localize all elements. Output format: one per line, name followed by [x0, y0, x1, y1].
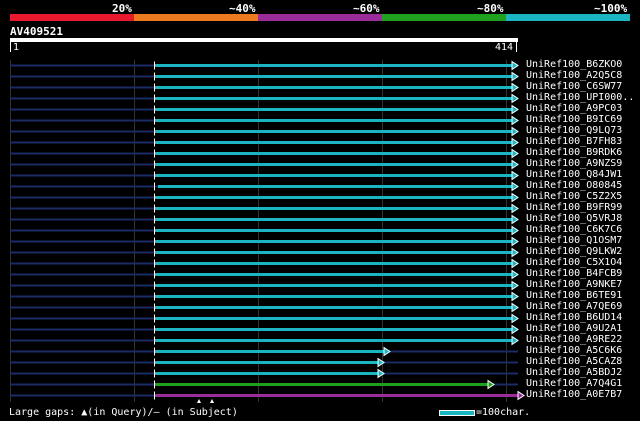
hit-end-arrow [511, 313, 519, 324]
hit-label[interactable]: UniRef100_A9NZS9 [526, 158, 622, 169]
scale-bar [439, 410, 475, 416]
hit-end-arrow [511, 291, 519, 302]
hit-label[interactable]: UniRef100_A2Q5C8 [526, 70, 622, 81]
hit-end-arrow [511, 203, 519, 214]
hit-end-arrow [511, 93, 519, 104]
query-gap-marker [210, 399, 214, 403]
hit-label[interactable]: UniRef100_A7QE69 [526, 301, 622, 312]
hit-end-arrow [511, 324, 519, 335]
hit-end-arrow [511, 159, 519, 170]
hit-label[interactable]: UniRef100_Q9LKW2 [526, 246, 622, 257]
hit-end-arrow [511, 170, 519, 181]
hit-end-arrow [517, 390, 525, 401]
query-gap-marker [197, 399, 201, 403]
hit-end-arrow [377, 357, 385, 368]
hit-label[interactable]: UniRef100_B6UD14 [526, 312, 622, 323]
hit-label[interactable]: UniRef100_O80845 [526, 180, 622, 191]
hit-end-arrow [511, 82, 519, 93]
hit-end-arrow [511, 236, 519, 247]
hit-label[interactable]: UniRef100_C5X1O4 [526, 257, 622, 268]
hit-label[interactable]: UniRef100_B7FH83 [526, 136, 622, 147]
hit-end-arrow [511, 258, 519, 269]
hit-label[interactable]: UniRef100_A9RE22 [526, 334, 622, 345]
hit-end-arrow [511, 214, 519, 225]
hit-label[interactable]: UniRef100_Q84JW1 [526, 169, 622, 180]
hit-end-arrow [487, 379, 495, 390]
hit-end-arrow [511, 104, 519, 115]
hit-label[interactable]: UniRef100_Q1OSM7 [526, 235, 622, 246]
hit-label[interactable]: UniRef100_Q9LQ73 [526, 125, 622, 136]
hit-end-arrow [511, 192, 519, 203]
hit-end-arrow [511, 335, 519, 346]
hit-label[interactable]: UniRef100_A5CAZ8 [526, 356, 622, 367]
hit-end-arrow [511, 126, 519, 137]
hit-end-arrow [383, 346, 391, 357]
hit-label[interactable]: UniRef100_A5C6K6 [526, 345, 622, 356]
hit-end-arrow [511, 302, 519, 313]
hit-label[interactable]: UniRef100_UPI000.. [526, 92, 634, 103]
hit-end-arrow [377, 368, 385, 379]
hit-label[interactable]: UniRef100_A9NKE7 [526, 279, 622, 290]
hit-label[interactable]: UniRef100_B6TE91 [526, 290, 622, 301]
footer-gaps-subject: (in Subject) [165, 407, 238, 418]
hit-end-arrow [511, 148, 519, 159]
hit-label[interactable]: UniRef100_B4FCB9 [526, 268, 622, 279]
hit-label[interactable]: UniRef100_C6SW77 [526, 81, 622, 92]
hit-label[interactable]: UniRef100_B9FR99 [526, 202, 622, 213]
hit-end-arrow [511, 269, 519, 280]
hit-end-arrow [511, 71, 519, 82]
hit-label[interactable]: UniRef100_A9PC03 [526, 103, 622, 114]
footer-gaps-legend: Large gaps: ▲(in Query)/‒ (in Subject) [9, 407, 238, 418]
hit-end-arrow [511, 247, 519, 258]
hit-end-arrow [511, 137, 519, 148]
hit-end-arrow [511, 280, 519, 291]
hit-end-arrow [511, 115, 519, 126]
alignment-overview: 20% ~40% ~60% ~80% ~100% AV409521 1 414 … [0, 0, 640, 421]
hit-end-arrow [511, 181, 519, 192]
hit-label[interactable]: UniRef100_B6ZKO0 [526, 59, 622, 70]
hit-label[interactable]: UniRef100_B9RDK6 [526, 147, 622, 158]
hit-label[interactable]: UniRef100_B9IC69 [526, 114, 622, 125]
hit-label[interactable]: UniRef100_A0E7B7 [526, 389, 622, 400]
hit-label[interactable]: UniRef100_A5BDJ2 [526, 367, 622, 378]
hit-label[interactable]: UniRef100_C5Z2X5 [526, 191, 622, 202]
hit-label[interactable]: UniRef100_A7Q4G1 [526, 378, 622, 389]
footer-gaps-query: (in Query)/ [87, 407, 154, 418]
hit-label[interactable]: UniRef100_Q5VRJ8 [526, 213, 622, 224]
hit-end-arrow [511, 225, 519, 236]
hit-end-arrow [511, 60, 519, 71]
scale-label: =100char. [476, 407, 531, 418]
footer-gaps-prefix: Large gaps: [9, 407, 76, 418]
hit-label[interactable]: UniRef100_A9U2A1 [526, 323, 622, 334]
hit-label[interactable]: UniRef100_C6K7C6 [526, 224, 622, 235]
subject-gap-icon: ‒ [153, 407, 160, 418]
